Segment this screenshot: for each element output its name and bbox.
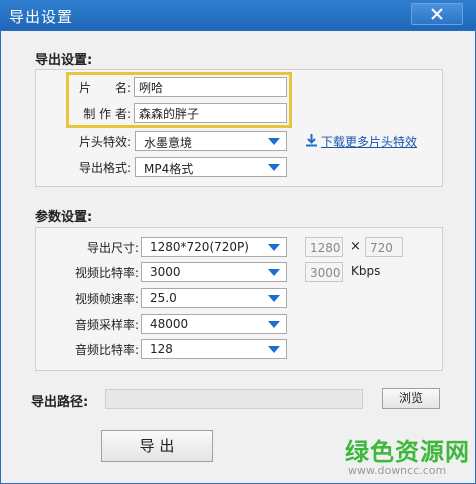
samplerate-value: 48000 [150,317,189,331]
params-title: 参数设置: [35,210,93,225]
format-label: 导出格式: [78,161,131,175]
download-more-effects-link[interactable]: 下载更多片头特效 [321,133,417,150]
video-bitrate-select[interactable]: 3000 [141,262,287,282]
name-input[interactable]: 咧哈 [134,77,287,97]
chevron-down-icon [268,269,280,276]
watermark-url: www.downcc.com [348,464,447,477]
download-icon [306,134,317,147]
width-field[interactable]: 1280 [305,237,343,257]
title-effect-select[interactable]: 水墨意境 [135,131,287,151]
height-field[interactable]: 720 [365,237,403,257]
watermark-logo: 绿色资源网 [345,438,470,466]
framerate-select[interactable]: 25.0 [141,288,287,308]
name-label: 片 名: [78,81,131,95]
format-value: MP4格式 [144,162,194,176]
export-button[interactable]: 导 出 [101,430,213,462]
size-value: 1280*720(720P) [150,240,249,254]
audio-bitrate-label: 音频比特率: [74,343,139,357]
chevron-down-icon [268,244,280,251]
audio-bitrate-value: 128 [150,342,173,356]
framerate-label: 视频帧速率: [74,292,139,306]
window-title: 导出设置 [9,8,74,26]
video-bitrate-label: 视频比特率: [74,266,139,280]
close-button[interactable] [411,3,463,25]
chevron-down-icon [268,164,280,171]
framerate-value: 25.0 [150,291,177,305]
title-effect-label: 片头特效: [78,135,131,149]
title-bar: 导出设置 [0,0,476,30]
size-label: 导出尺寸: [86,241,139,255]
path-label: 导出路径: [31,395,89,410]
kbps-unit: Kbps [351,264,381,278]
chevron-down-icon [268,138,280,145]
chevron-down-icon [268,321,280,328]
dialog-body: 导出设置: 片 名: 咧哈 制 作 者: 森森的胖子 片头特效: 水墨意境 下载… [0,30,476,484]
format-select[interactable]: MP4格式 [135,157,287,177]
times-sign: × [350,239,361,254]
audio-bitrate-select[interactable]: 128 [141,339,287,359]
path-field[interactable] [105,389,363,409]
video-bitrate-field[interactable]: 3000 [305,262,343,282]
chevron-down-icon [268,295,280,302]
browse-button[interactable]: 浏览 [382,388,440,409]
chevron-down-icon [268,346,280,353]
video-bitrate-value: 3000 [150,265,181,279]
samplerate-label: 音频采样率: [74,318,139,332]
author-label: 制 作 者: [83,107,131,121]
export-settings-title: 导出设置: [35,53,93,68]
samplerate-select[interactable]: 48000 [141,314,287,334]
title-effect-value: 水墨意境 [144,136,193,150]
size-select[interactable]: 1280*720(720P) [141,237,287,257]
close-icon [431,8,443,20]
author-input[interactable]: 森森的胖子 [134,103,287,123]
